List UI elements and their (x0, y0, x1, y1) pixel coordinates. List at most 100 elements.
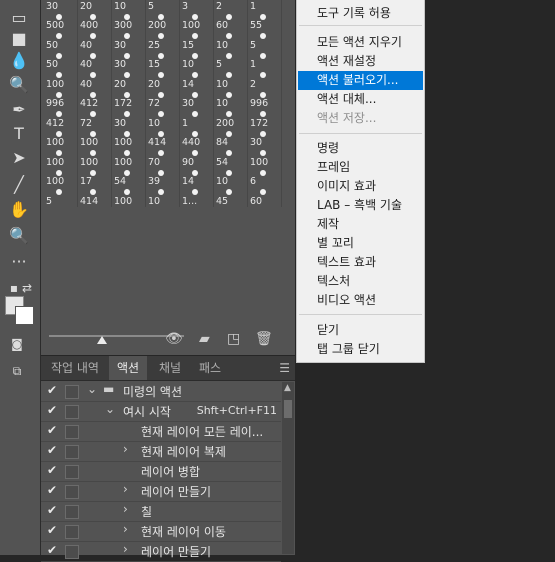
menu-item-close[interactable]: 닫기 (298, 321, 423, 340)
brush-preset[interactable]: 412 (44, 109, 78, 129)
menu-item-action-set[interactable]: 프레임 (298, 158, 423, 177)
collapse-chevron-icon[interactable]: › (123, 442, 128, 456)
menu-item-close[interactable]: 탭 그룹 닫기 (298, 340, 423, 359)
menu-item[interactable]: 모든 액션 지우기 (298, 33, 423, 52)
toggle-check-icon[interactable]: ✔ (47, 443, 59, 457)
brush-preset[interactable]: 30 (248, 128, 282, 148)
brush-preset[interactable]: 14 (180, 70, 214, 90)
brush-preset[interactable]: 30 (112, 109, 146, 129)
brush-preset[interactable]: 5 (248, 31, 282, 51)
toggle-check-icon[interactable]: ✔ (47, 383, 59, 397)
brush-preset[interactable]: 172 (112, 89, 146, 109)
menu-item-action-set[interactable]: 제작 (298, 215, 423, 234)
menu-item[interactable]: 액션 대체... (298, 90, 423, 109)
brush-preset[interactable]: 55 (248, 11, 282, 31)
brush-preset[interactable]: 100 (44, 167, 78, 187)
brush-preset[interactable]: 14 (180, 167, 214, 187)
brush-preset[interactable]: 3 (180, 0, 214, 12)
brush-preset[interactable]: 72 (78, 109, 112, 129)
brush-preset[interactable]: 996 (44, 89, 78, 109)
toggle-dialog-box[interactable] (65, 445, 79, 459)
brush-preset[interactable]: 45 (214, 187, 248, 207)
menu-item-action-set[interactable]: 비디오 액션 (298, 291, 423, 310)
brush-preset[interactable]: 72 (146, 89, 180, 109)
brush-preset[interactable]: 100 (44, 70, 78, 90)
line-icon[interactable]: ╱ (6, 173, 32, 195)
brush-size-slider[interactable] (49, 335, 184, 337)
action-row[interactable]: ✔ 현재 레이어 모든 레이... (41, 421, 281, 442)
brush-preset[interactable]: 20 (78, 0, 112, 12)
collapse-chevron-icon[interactable]: › (123, 542, 128, 556)
toggle-dialog-box[interactable] (65, 485, 79, 499)
eraser-icon[interactable]: ▭ (6, 6, 32, 28)
brush-preset[interactable]: 30 (112, 31, 146, 51)
brush-preset[interactable]: 100 (78, 148, 112, 168)
brush-preset[interactable]: 100 (248, 148, 282, 168)
zoom-icon[interactable]: 🔍 (6, 224, 32, 246)
menu-item-action-set[interactable]: 텍스처 (298, 272, 423, 291)
brush-preset[interactable]: 25 (146, 31, 180, 51)
brush-preset[interactable]: 100 (112, 128, 146, 148)
brush-preset[interactable]: 20 (146, 70, 180, 90)
brush-preset[interactable]: 10 (214, 89, 248, 109)
dodge-icon[interactable]: 🔍 (6, 73, 32, 95)
expand-chevron-icon[interactable]: ⌄ (105, 402, 115, 416)
brush-preset[interactable]: 400 (78, 11, 112, 31)
brush-preset[interactable]: 1... (180, 187, 214, 207)
brush-preset[interactable]: 5 (146, 0, 180, 12)
trash-icon[interactable]: 🗑 (255, 331, 273, 347)
menu-item-action-set[interactable]: 별 꼬리 (298, 234, 423, 253)
slider-thumb[interactable] (97, 336, 107, 344)
brush-preset[interactable]: 30 (112, 50, 146, 70)
action-row[interactable]: ✔ › 현재 레이어 이동 (41, 521, 281, 542)
brush-preset[interactable]: 10 (214, 31, 248, 51)
toggle-check-icon[interactable]: ✔ (47, 523, 59, 537)
brush-preset[interactable]: 40 (78, 70, 112, 90)
brush-preset[interactable]: 6 (248, 167, 282, 187)
action-row[interactable]: ✔ 레이어 병합 (41, 461, 281, 482)
brush-preset[interactable]: 300 (112, 11, 146, 31)
tab-history[interactable]: 작업 내역 (43, 356, 107, 380)
brush-preset[interactable]: 10 (146, 187, 180, 207)
brush-preset[interactable]: 414 (78, 187, 112, 207)
expand-chevron-icon[interactable]: ⌄ (87, 382, 97, 396)
menu-item[interactable]: 액션 불러오기... (298, 71, 423, 90)
brush-preset[interactable]: 60 (214, 11, 248, 31)
visibility-icon[interactable]: 👁 (165, 331, 183, 347)
actions-scrollbar[interactable]: ▲ (282, 382, 294, 554)
toggle-dialog-box[interactable] (65, 405, 79, 419)
more-tools-icon[interactable]: ··· (6, 250, 32, 272)
new-preset-icon[interactable]: ◳ (227, 331, 240, 347)
folder-icon[interactable]: ▰ (199, 331, 210, 347)
scroll-up-icon[interactable]: ▲ (284, 383, 291, 393)
brush-preset[interactable]: 100 (44, 148, 78, 168)
brush-preset[interactable]: 50 (44, 50, 78, 70)
brush-preset[interactable]: 17 (78, 167, 112, 187)
brush-preset[interactable]: 2 (248, 70, 282, 90)
brush-preset[interactable]: 15 (146, 50, 180, 70)
toggle-check-icon[interactable]: ✔ (47, 403, 59, 417)
brush-preset[interactable]: 1 (180, 109, 214, 129)
tab-actions[interactable]: 액션 (109, 356, 148, 380)
brush-preset[interactable]: 10 (214, 70, 248, 90)
brush-preset[interactable]: 10 (112, 0, 146, 12)
action-row[interactable]: ✔ ⌄ ▬ 미령의 액션 (41, 381, 281, 402)
toggle-check-icon[interactable]: ✔ (47, 463, 59, 477)
toggle-check-icon[interactable]: ✔ (47, 503, 59, 517)
brush-preset[interactable]: 5 (44, 187, 78, 207)
brush-preset[interactable]: 100 (180, 11, 214, 31)
path-selection-icon[interactable]: ➤ (6, 146, 32, 168)
brush-preset[interactable]: 60 (248, 187, 282, 207)
brush-preset[interactable]: 100 (112, 187, 146, 207)
quick-mask-icon[interactable]: ◙ (8, 333, 26, 355)
tab-channels[interactable]: 채널 (151, 356, 189, 380)
toggle-check-icon[interactable]: ✔ (47, 483, 59, 497)
brush-preset[interactable]: 172 (248, 109, 282, 129)
toggle-check-icon[interactable]: ✔ (47, 423, 59, 437)
collapse-chevron-icon[interactable]: › (123, 502, 128, 516)
brush-preset[interactable]: 412 (78, 89, 112, 109)
brush-preset[interactable]: 20 (112, 70, 146, 90)
brush-preset[interactable]: 39 (146, 167, 180, 187)
brush-preset[interactable]: 70 (146, 148, 180, 168)
blur-icon[interactable]: 💧 (6, 49, 32, 71)
